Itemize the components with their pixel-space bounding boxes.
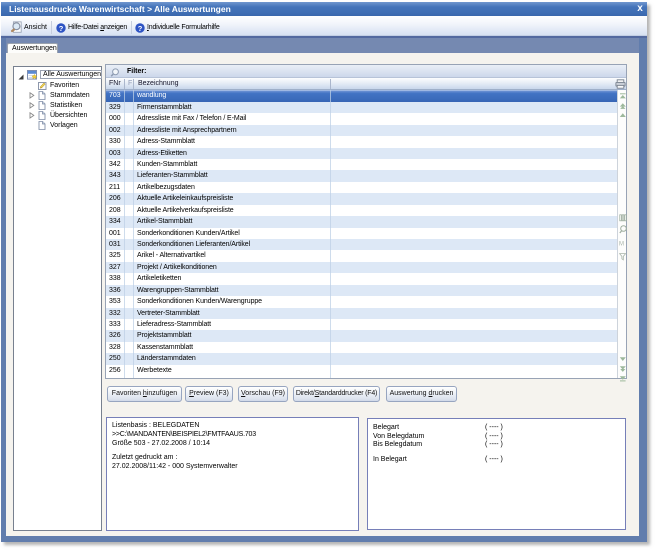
- svg-text:M: M: [619, 242, 624, 248]
- svg-text:?: ?: [138, 24, 143, 33]
- svg-text:?: ?: [59, 24, 64, 33]
